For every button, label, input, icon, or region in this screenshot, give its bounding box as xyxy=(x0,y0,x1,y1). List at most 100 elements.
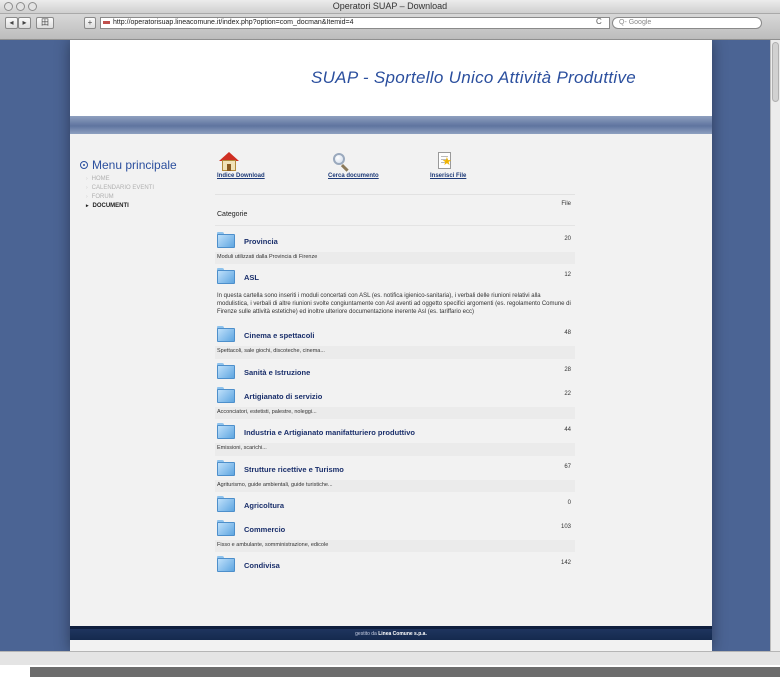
menu-title-text: Menu principale xyxy=(92,158,177,172)
category-row-main: Condivisa 142 xyxy=(215,552,575,576)
forward-button[interactable]: ▸ xyxy=(18,17,31,29)
category-row: Cinema e spettacoli 48 Spettacoli, sale gi… xyxy=(215,322,575,359)
reload-icon[interactable]: C xyxy=(596,17,602,26)
folder-icon[interactable] xyxy=(217,386,235,403)
menu-item-home[interactable]: › HOME xyxy=(86,175,210,184)
menu-item-calendario-eventi[interactable]: › CALENDARIO EVENTI xyxy=(86,184,210,193)
page-viewport: SUAP - Sportello Unico Attività Produtti… xyxy=(0,40,770,651)
category-row: Commercio 103 Fisso e ambulante, somminist… xyxy=(215,516,575,553)
search-icon xyxy=(332,152,352,172)
category-link[interactable]: Artigianato di servizio xyxy=(244,392,322,401)
arrow-icon: › xyxy=(86,185,88,191)
category-link[interactable]: Sanità e Istruzione xyxy=(244,368,310,377)
menu-item-label: CALENDARIO EVENTI xyxy=(91,185,155,191)
folder-icon[interactable] xyxy=(217,232,235,248)
file-count: 28 xyxy=(564,366,571,373)
site-header: SUAP - Sportello Unico Attività Produtti… xyxy=(70,40,712,116)
footer-prefix: gestito da xyxy=(355,631,377,637)
folder-icon[interactable] xyxy=(217,268,235,285)
back-button[interactable]: ◂ xyxy=(5,17,18,29)
category-row-main: Commercio 103 xyxy=(215,516,575,540)
window-titlebar: Operatori SUAP – Download xyxy=(0,0,780,14)
address-text: http://operatorisuap.lineacomune.it/inde… xyxy=(113,19,354,26)
category-row-main: Cinema e spettacoli 48 xyxy=(215,322,575,346)
list-header: Categorie File xyxy=(215,194,575,228)
menu-item-forum[interactable]: › FORUM xyxy=(86,193,210,202)
file-count: 48 xyxy=(564,330,571,337)
file-count: 103 xyxy=(560,524,571,531)
file-star-icon: ★ xyxy=(436,152,454,172)
folder-icon[interactable] xyxy=(217,362,235,379)
indice-download-link[interactable]: Indice Download xyxy=(217,152,297,179)
category-row-main: Provincia 20 xyxy=(215,228,575,252)
file-count: 44 xyxy=(564,427,571,434)
footer-company-link[interactable]: Linea Comune s.p.a. xyxy=(378,631,427,637)
arrow-icon: › xyxy=(86,194,88,200)
category-description: Acconciatori, estetisti, palestre, noleg… xyxy=(215,406,575,420)
menu-items: › HOME › CALENDARIO EVENTI › FORUM ▸ DOC… xyxy=(80,175,210,211)
site-footer: gestito da Linea Comune s.p.a. xyxy=(70,626,712,640)
category-link[interactable]: Commercio xyxy=(244,525,285,534)
category-link[interactable]: ASL xyxy=(244,273,259,282)
home-icon xyxy=(219,152,239,172)
file-count: 22 xyxy=(564,390,571,397)
menu-item-label: HOME xyxy=(91,176,110,182)
add-bookmark-button[interactable]: + xyxy=(84,17,96,29)
folder-icon[interactable] xyxy=(217,326,235,343)
folder-icon[interactable] xyxy=(217,423,235,440)
category-row-main: Artigianato di servizio 22 xyxy=(215,383,575,407)
category-row: Strutture ricettive e Turismo 67 Agrituris… xyxy=(215,456,575,493)
category-link[interactable]: Condivisa xyxy=(244,561,280,570)
category-description: Spettacoli, sale giochi, discoteche, cin… xyxy=(215,346,575,359)
footer-text: gestito da Linea Comune s.p.a. xyxy=(70,631,712,637)
menu-item-label: FORUM xyxy=(91,194,114,200)
category-row: Agricoltura 0 xyxy=(215,492,575,516)
file-count: 67 xyxy=(564,463,571,470)
menu-bullet-icon xyxy=(80,161,88,169)
folder-icon[interactable] xyxy=(217,556,235,573)
window-title: Operatori SUAP – Download xyxy=(332,1,448,11)
category-row: Artigianato di servizio 22 Acconciatori, e… xyxy=(215,383,575,420)
arrow-icon: › xyxy=(86,176,88,182)
browser-toolbar: ◂ ▸ 田 + http://operatorisuap.lineacomune… xyxy=(0,14,780,40)
category-row-main: ASL 12 xyxy=(215,264,575,288)
folder-icon[interactable] xyxy=(217,496,235,513)
scrollbar-thumb[interactable] xyxy=(772,42,779,102)
file-count: 20 xyxy=(564,236,571,242)
header-band xyxy=(70,116,712,134)
category-list: Categorie File Provincia 20 Moduli utilizz… xyxy=(215,194,575,576)
vertical-scrollbar[interactable] xyxy=(770,40,780,651)
category-row: Sanità e Istruzione 28 xyxy=(215,359,575,383)
category-row-main: Agricoltura 0 xyxy=(215,492,575,516)
window-shadow xyxy=(30,667,780,677)
download-actions: Indice Download Cerca documento ★ Inseri… xyxy=(215,152,585,186)
menu-item-label: DOCUMENTI xyxy=(92,203,129,209)
category-link[interactable]: Strutture ricettive e Turismo xyxy=(244,465,344,474)
category-description: Moduli utilizzati dalla Provincia di Fir… xyxy=(215,252,575,265)
category-description: Fisso e ambulante, somministrazione, edi… xyxy=(215,540,575,553)
file-count: 0 xyxy=(567,500,571,507)
category-row-main: Strutture ricettive e Turismo 67 xyxy=(215,456,575,480)
cerca-documento-link[interactable]: Cerca documento xyxy=(328,152,408,179)
address-bar[interactable]: http://operatorisuap.lineacomune.it/inde… xyxy=(100,17,610,29)
inserisci-file-link[interactable]: ★ Inserisci File xyxy=(430,152,510,179)
menu-item-documenti[interactable]: ▸ DOCUMENTI xyxy=(86,202,210,211)
category-link[interactable]: Cinema e spettacoli xyxy=(244,331,314,340)
site-title: SUAP - Sportello Unico Attività Produtti… xyxy=(310,68,636,87)
category-link[interactable]: Provincia xyxy=(244,237,278,246)
folder-icon[interactable] xyxy=(217,520,235,537)
action-label: Inserisci File xyxy=(430,173,467,179)
page-container: SUAP - Sportello Unico Attività Produtti… xyxy=(70,40,712,651)
file-count: 142 xyxy=(560,560,571,567)
bookmarks-icon[interactable]: 田 xyxy=(36,17,54,29)
folder-icon[interactable] xyxy=(217,459,235,476)
categories-heading: Categorie xyxy=(217,211,248,218)
main-menu: Menu principale › HOME › CALENDARIO EVEN… xyxy=(80,158,210,211)
favicon-icon xyxy=(103,21,110,24)
search-input[interactable]: Q- Google xyxy=(612,17,762,29)
category-rows: Provincia 20 Moduli utilizzati dalla Provi… xyxy=(215,228,575,576)
category-description: In questa cartella sono inseriti i modul… xyxy=(215,288,575,323)
category-link[interactable]: Industria e Artigianato manifatturiero p… xyxy=(244,428,415,437)
category-link[interactable]: Agricoltura xyxy=(244,501,284,510)
arrow-icon: ▸ xyxy=(86,203,89,209)
